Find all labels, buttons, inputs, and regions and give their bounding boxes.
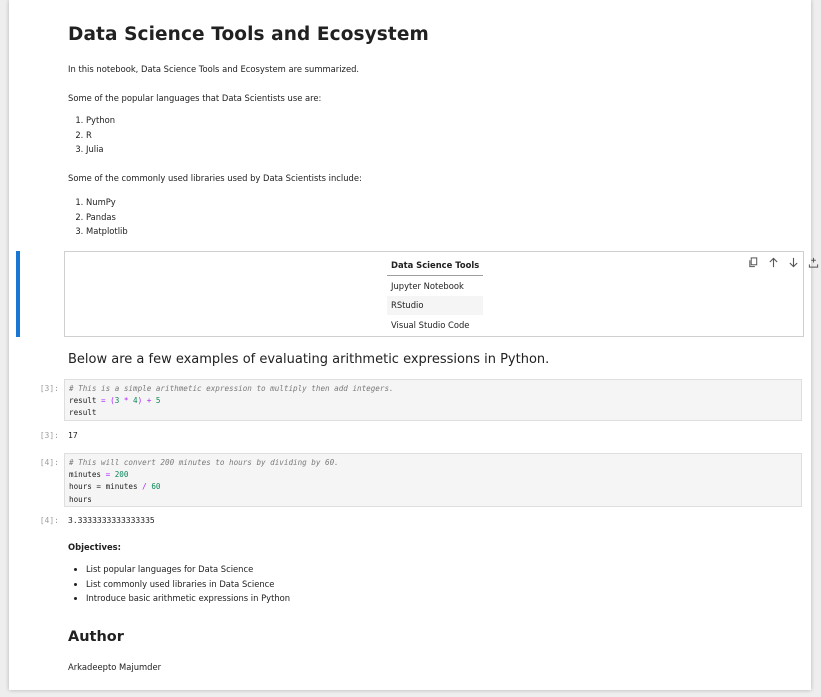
code-comment: # This is a simple arithmetic expression… xyxy=(69,384,394,393)
code-token: result xyxy=(69,408,97,418)
author-heading: Author xyxy=(68,629,124,645)
libraries-intro: Some of the commonly used libraries used… xyxy=(68,173,362,183)
list-item: Pandas xyxy=(86,210,128,225)
cell-toolbar xyxy=(747,256,821,268)
input-prompt: [3]: xyxy=(39,384,59,393)
code-cell-4[interactable]: # This will convert 200 minutes to hours… xyxy=(64,453,802,507)
active-cell-indicator[interactable] xyxy=(16,251,20,337)
move-up-icon[interactable] xyxy=(767,256,779,268)
move-down-icon[interactable] xyxy=(787,256,799,268)
code-token: * xyxy=(119,396,134,406)
code-comment: # This will convert 200 minutes to hours… xyxy=(69,458,339,467)
page-title: Data Science Tools and Ecosystem xyxy=(68,24,429,45)
insert-above-icon[interactable] xyxy=(807,256,819,268)
code-token: = xyxy=(101,470,115,480)
code-token: 200 xyxy=(114,470,129,480)
output-prompt: [3]: xyxy=(39,431,59,440)
code-cell-3[interactable]: # This is a simple arithmetic expression… xyxy=(64,379,802,421)
table-row: RStudio xyxy=(387,295,484,315)
code-token: result xyxy=(69,396,97,406)
duplicate-icon[interactable] xyxy=(747,256,759,268)
code-token: = minutes xyxy=(91,482,143,492)
intro-text: In this notebook, Data Science Tools and… xyxy=(68,64,360,74)
table-header: Data Science Tools xyxy=(387,255,484,276)
list-item: Matplotlib xyxy=(86,224,128,239)
languages-intro: Some of the popular languages that Data … xyxy=(68,93,322,103)
list-item: List commonly used libraries in Data Sci… xyxy=(86,577,290,592)
list-item: List popular languages for Data Science xyxy=(86,562,290,577)
code-token: minutes xyxy=(69,470,102,480)
notebook-page: Data Science Tools and Ecosystem In this… xyxy=(9,0,818,690)
tools-table: Data Science Tools Jupyter Notebook RStu… xyxy=(387,255,484,335)
list-item: Introduce basic arithmetic expressions i… xyxy=(86,591,290,606)
libraries-list: NumPy Pandas Matplotlib xyxy=(68,195,128,239)
table-row: Jupyter Notebook xyxy=(391,280,464,291)
code-token: 60 xyxy=(151,482,161,492)
objectives-label: Objectives: xyxy=(68,542,121,552)
languages-list: Python R Julia xyxy=(68,113,115,157)
code-token: / xyxy=(142,482,147,492)
code-token: hours xyxy=(69,482,92,492)
cell-output: 3.3333333333333335 xyxy=(68,516,155,525)
code-token: hours xyxy=(69,494,92,504)
list-item: Julia xyxy=(86,142,115,157)
arithmetic-heading: Below are a few examples of evaluating a… xyxy=(68,352,550,367)
cell-output: 17 xyxy=(68,431,78,440)
code-token: 5 xyxy=(155,396,161,406)
list-item: R xyxy=(86,128,115,143)
author-name: Arkadeepto Majumder xyxy=(68,662,162,672)
output-prompt: [4]: xyxy=(39,516,59,525)
selected-markdown-cell[interactable]: Data Science Tools Jupyter Notebook RStu… xyxy=(64,251,818,337)
code-token: ) + xyxy=(137,396,156,406)
objectives-list: List popular languages for Data Science … xyxy=(68,562,290,606)
table-row: Visual Studio Code xyxy=(391,319,470,330)
list-item: Python xyxy=(86,113,115,128)
list-item: NumPy xyxy=(86,195,128,210)
code-token: = ( xyxy=(96,396,115,406)
input-prompt: [4]: xyxy=(39,458,59,467)
